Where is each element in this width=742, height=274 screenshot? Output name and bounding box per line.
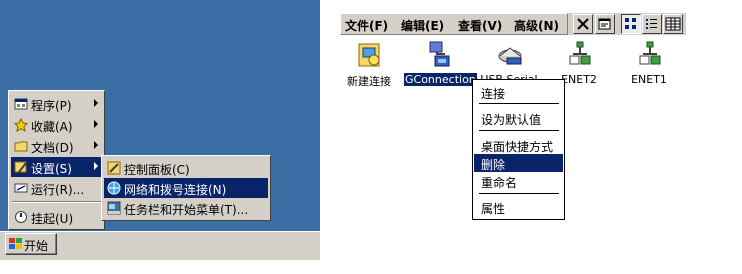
menu-file[interactable]: 文件(F) — [345, 17, 388, 34]
documents-icon — [14, 139, 28, 153]
start-menu-item-suspend[interactable]: 挂起(U) — [11, 207, 102, 227]
run-icon — [14, 181, 28, 195]
menu-advanced[interactable]: 高级(N) — [514, 17, 559, 34]
settings-item-control-panel[interactable]: 控制面板(C) — [104, 158, 268, 178]
start-menu-item-favorites[interactable]: 收藏(A) — [11, 115, 102, 135]
context-item-desktop-shortcut[interactable]: 桌面快捷方式 — [474, 136, 563, 154]
settings-item-taskbar[interactable]: 任务栏和开始菜单(T)... — [104, 198, 268, 218]
windows-logo-icon — [9, 238, 22, 250]
explorer-menubar: 文件(F) 编辑(E) 查看(V) 高级(N) — [340, 13, 568, 35]
large-icons-view-icon — [622, 18, 640, 36]
start-menu-item-programs[interactable]: 程序(P) — [11, 94, 102, 114]
connection-item[interactable]: ENET1 — [614, 40, 684, 90]
connection-item-selected[interactable]: GConnection — [404, 40, 477, 90]
suspend-icon — [14, 210, 28, 224]
dialup-connection-icon — [427, 40, 453, 70]
ethernet-icon — [637, 40, 663, 70]
list-view-icon — [643, 19, 661, 36]
close-icon — [574, 18, 592, 36]
context-item-rename[interactable]: 重命名 — [474, 172, 563, 190]
settings-submenu: 控制面板(C) 网络和拨号连接(N) 任务栏和开始菜单(T)... — [101, 155, 271, 221]
connection-label: GConnection — [404, 73, 477, 86]
start-menu-item-run[interactable]: 运行(R)... — [11, 178, 102, 198]
favorites-icon — [13, 117, 29, 132]
menu-separator — [12, 201, 101, 203]
context-menu: 连接 设为默认值 桌面快捷方式 删除 重命名 属性 — [472, 79, 565, 220]
list-view-button[interactable] — [642, 14, 662, 34]
connection-item[interactable]: 新建连接 — [334, 40, 404, 90]
large-icons-view-button[interactable] — [621, 14, 641, 34]
settings-icon — [14, 160, 28, 174]
context-item-delete[interactable]: 删除 — [474, 154, 563, 172]
properties-button[interactable] — [595, 14, 615, 34]
menu-separator — [479, 103, 559, 104]
menu-view[interactable]: 查看(V) — [458, 17, 502, 34]
new-connection-icon — [357, 40, 383, 70]
submenu-arrow-icon — [94, 162, 98, 170]
control-panel-icon — [107, 161, 121, 175]
connection-label: 新建连接 — [347, 75, 391, 88]
submenu-arrow-icon — [94, 120, 98, 128]
context-item-connect[interactable]: 连接 — [474, 83, 563, 101]
connection-label: ENET1 — [631, 73, 667, 86]
start-menu-item-settings[interactable]: 设置(S) — [11, 157, 102, 177]
ethernet-icon — [567, 40, 593, 70]
submenu-arrow-icon — [94, 141, 98, 149]
close-button[interactable] — [573, 14, 593, 34]
taskbar-icon — [107, 201, 121, 215]
start-menu: 程序(P) 收藏(A) 文档(D) 设置(S) 运行(R)... 挂起(U) — [8, 90, 105, 230]
submenu-arrow-icon — [94, 99, 98, 107]
network-icon — [107, 181, 121, 195]
details-view-icon — [664, 17, 682, 36]
usb-serial-icon — [497, 40, 523, 70]
menu-separator — [479, 130, 559, 131]
menu-edit[interactable]: 编辑(E) — [401, 17, 444, 34]
menu-separator — [479, 193, 559, 194]
context-item-properties[interactable]: 属性 — [474, 198, 563, 216]
start-button[interactable]: 开始 — [5, 233, 57, 255]
context-item-set-default[interactable]: 设为默认值 — [474, 109, 563, 127]
programs-icon — [14, 97, 28, 111]
details-view-button[interactable] — [663, 14, 683, 34]
start-menu-item-documents[interactable]: 文档(D) — [11, 136, 102, 156]
properties-icon — [596, 18, 614, 36]
settings-item-network[interactable]: 网络和拨号连接(N) — [104, 178, 268, 198]
